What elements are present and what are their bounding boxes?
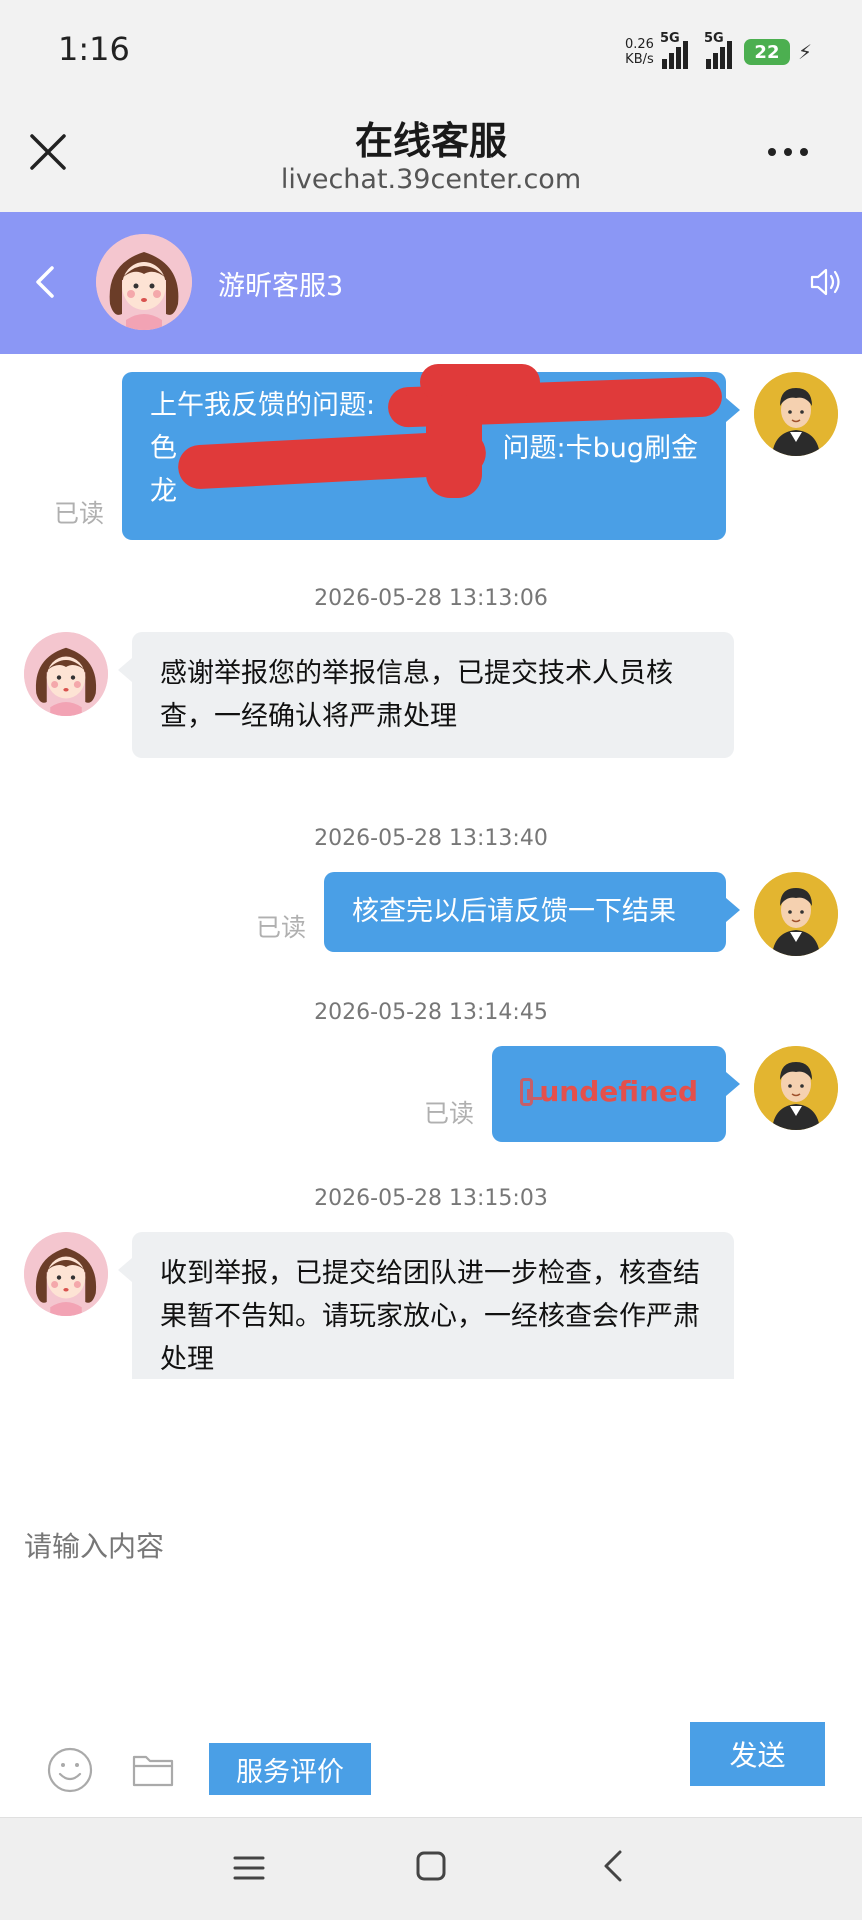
rate-service-button[interactable]: 服务评价 (209, 1743, 371, 1795)
back-arrow-icon[interactable] (30, 262, 60, 302)
battery-icon: 22 (743, 39, 790, 65)
status-bar: 1:16 0.26 KB/s 5G 5G 22 ⚡ (0, 0, 862, 100)
read-receipt: 已读 (424, 1099, 475, 1128)
message-bubble-incoming[interactable]: 收到举报，已提交给团队进一步检查，核查结果暂不告知。请玩家放心，一经核查会作严肃… (118, 1232, 734, 1379)
status-indicators: 0.26 KB/s 5G 5G 22 ⚡ (625, 31, 812, 72)
browser-header: 在线客服 livechat.39center.com (0, 100, 862, 212)
page-title: 在线客服 (354, 119, 507, 163)
nav-back-icon[interactable] (602, 1848, 624, 1884)
sim1-label: 5G (659, 31, 680, 46)
home-icon[interactable] (415, 1850, 447, 1882)
network-speed-value: 0.26 (625, 37, 654, 52)
read-receipt: 已读 (54, 499, 105, 528)
user-avatar (754, 872, 838, 956)
message-line-end: 问题:卡bug刷金 (502, 433, 699, 464)
chat-message-list[interactable]: 已读 上午我反馈的问题: 色 问题:卡bug刷金 龙 2026-05-28 13… (0, 354, 862, 1379)
read-receipt: 已读 (256, 913, 307, 942)
charging-icon: ⚡ (797, 40, 812, 64)
message-input[interactable] (24, 1519, 824, 1573)
message-bubble-outgoing[interactable]: undefined (492, 1046, 740, 1142)
agent-avatar (24, 1232, 108, 1316)
message-bubble-incoming[interactable]: 感谢举报您的举报信息，已提交技术人员核查，一经确认将严肃处理 (118, 632, 734, 758)
message-line-start: 色 (150, 433, 177, 464)
speaker-icon[interactable] (808, 264, 844, 300)
message-timestamp: 2026-05-28 13:13:40 (314, 826, 548, 851)
status-time: 1:16 (58, 30, 130, 68)
message-timestamp: 2026-05-28 13:13:06 (314, 586, 548, 611)
send-button[interactable]: 发送 (690, 1722, 825, 1786)
more-options-icon[interactable] (768, 142, 818, 162)
recent-apps-icon[interactable] (233, 1854, 265, 1882)
user-avatar (754, 1046, 838, 1130)
system-nav-bar (0, 1817, 862, 1920)
redaction-mark (426, 394, 482, 498)
broken-image-icon (520, 1077, 543, 1106)
sim2-label: 5G (703, 31, 724, 46)
page-url: livechat.39center.com (280, 164, 582, 195)
emoji-icon[interactable] (46, 1746, 94, 1794)
message-timestamp: 2026-05-28 13:14:45 (314, 1000, 548, 1025)
chat-header: 游昕客服3 (0, 212, 862, 354)
agent-name: 游昕客服3 (218, 271, 344, 302)
agent-avatar (24, 632, 108, 716)
agent-avatar (96, 234, 192, 330)
message-composer: 服务评价 发送 (0, 1379, 862, 1817)
message-bubble-outgoing[interactable]: 核查完以后请反馈一下结果 (324, 872, 740, 952)
user-avatar (754, 372, 838, 456)
signal-icon-2: 5G (704, 31, 732, 69)
signal-icon: 5G (660, 31, 688, 69)
broken-image-placeholder: undefined (520, 1070, 698, 1113)
broken-image-text: undefined (539, 1075, 698, 1108)
folder-icon[interactable] (132, 1751, 174, 1787)
network-speed: 0.26 KB/s (625, 37, 654, 67)
network-speed-unit: KB/s (625, 52, 654, 67)
redaction-mark (420, 364, 540, 400)
message-timestamp: 2026-05-28 13:15:03 (314, 1186, 548, 1211)
